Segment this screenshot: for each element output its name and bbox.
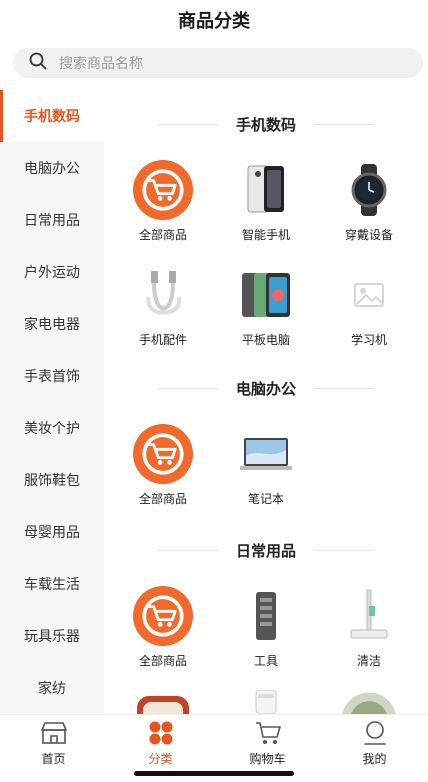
smartwatch-image [339,160,399,220]
laptop-image [236,424,296,484]
product-image [133,690,193,714]
search-input[interactable]: 搜索商品名称 [13,48,423,78]
home-icon [39,719,69,746]
tab-label: 分类 [148,752,173,766]
category-cell[interactable]: 工具 [216,586,316,678]
divider [314,387,374,389]
all-goods-icon [133,586,193,646]
sidebar-item-label: 玩具乐器 [24,628,80,644]
sidebar-item-baby[interactable]: 母婴用品 [0,506,104,558]
sidebar-item-label: 手机数码 [24,108,80,124]
tablet-image [236,265,296,325]
tab-home[interactable]: 首页 [0,719,107,767]
category-label: 全部商品 [138,228,187,242]
sidebar-item-daily[interactable]: 日常用品 [0,194,104,246]
section-title: 日常用品 [104,538,428,562]
sidebar-item-label: 日常用品 [24,212,80,228]
category-cell[interactable] [319,690,419,714]
cart-icon [253,719,283,746]
search-icon [29,52,47,75]
category-label: 全部商品 [138,654,187,668]
sidebar-item-watches[interactable]: 手表首饰 [0,350,104,402]
category-label: 笔记本 [247,492,284,506]
tab-profile[interactable]: 我的 [321,719,428,767]
section-title: 手机数码 [104,112,428,136]
search-area: 搜索商品名称 [0,38,428,90]
category-cell[interactable] [216,690,316,714]
top-bar: 商品分类 [0,0,428,38]
category-cell[interactable]: 智能手机 [216,160,316,252]
divider [314,123,374,125]
category-icon [146,719,176,746]
divider [157,549,218,551]
category-cell[interactable]: 全部商品 [113,160,213,252]
sidebar-item-phones[interactable]: 手机数码 [0,90,104,142]
category-cell[interactable]: 笔记本 [216,424,316,516]
category-label: 智能手机 [241,228,290,242]
search-placeholder: 搜索商品名称 [59,55,143,71]
cable-image [133,265,193,325]
smartphone-image [236,160,296,220]
sidebar-item-label: 美妆个护 [24,420,80,436]
page-title: 商品分类 [178,11,250,31]
category-label: 清洁 [356,654,381,668]
category-cell[interactable]: 全部商品 [113,586,213,678]
category-label: 平板电脑 [241,333,290,347]
toolkit-image [236,586,296,646]
section-title-text: 日常用品 [235,542,296,560]
category-cell[interactable]: 手机配件 [113,265,213,357]
section-title-text: 手机数码 [235,116,296,134]
all-goods-icon [133,160,193,220]
product-image [236,690,296,714]
category-cell[interactable]: 全部商品 [113,424,213,516]
sidebar-item-label: 电脑办公 [24,160,80,176]
category-label: 工具 [253,654,278,668]
sidebar-item-label: 母婴用品 [24,524,80,540]
category-cell[interactable]: 穿戴设备 [319,160,419,252]
sidebar-item-label: 服饰鞋包 [24,472,80,488]
category-content: 手机数码 全部商品 智能手机 穿戴设备 手机配件 平板电脑 学习机 电脑办公 全… [104,90,428,714]
sidebar-item-car[interactable]: 车载生活 [0,558,104,610]
category-label: 学习机 [350,333,387,347]
sidebar-item-apparel[interactable]: 服饰鞋包 [0,454,104,506]
sidebar-item-label: 户外运动 [24,264,80,280]
tab-category[interactable]: 分类 [107,719,214,767]
mop-image [339,586,399,646]
category-cell[interactable] [113,690,213,714]
divider [314,549,374,551]
placeholder-image-icon [339,265,399,325]
sidebar-item-outdoor[interactable]: 户外运动 [0,246,104,298]
tab-label: 我的 [362,752,387,766]
tab-label: 购物车 [249,752,286,766]
sidebar-item-label: 手表首饰 [24,368,80,384]
section-title: 电脑办公 [104,376,428,400]
sidebar-item-computers[interactable]: 电脑办公 [0,142,104,194]
sidebar-item-label: 家纺 [38,680,66,696]
tab-cart[interactable]: 购物车 [214,719,321,767]
category-label: 穿戴设备 [344,228,393,242]
sidebar-item-appliances[interactable]: 家电电器 [0,298,104,350]
sidebar-item-label: 车载生活 [24,576,80,592]
profile-icon [360,719,390,746]
all-goods-icon [133,424,193,484]
category-label: 全部商品 [138,492,187,506]
sidebar-item-textiles[interactable]: 家纺 [0,662,104,714]
category-cell[interactable]: 学习机 [319,265,419,357]
divider [157,387,218,389]
category-label: 手机配件 [138,333,187,347]
category-sidebar: 手机数码 电脑办公 日常用品 户外运动 家电电器 手表首饰 美妆个护 服饰鞋包 … [0,90,104,714]
sidebar-item-label: 家电电器 [24,316,80,332]
tab-label: 首页 [41,752,66,766]
sidebar-item-toys[interactable]: 玩具乐器 [0,610,104,662]
section-title-text: 电脑办公 [235,380,296,398]
sidebar-item-beauty[interactable]: 美妆个护 [0,402,104,454]
divider [157,123,218,125]
category-cell[interactable]: 清洁 [319,586,419,678]
category-cell[interactable]: 平板电脑 [216,265,316,357]
product-image [339,690,399,714]
home-indicator [134,771,294,776]
